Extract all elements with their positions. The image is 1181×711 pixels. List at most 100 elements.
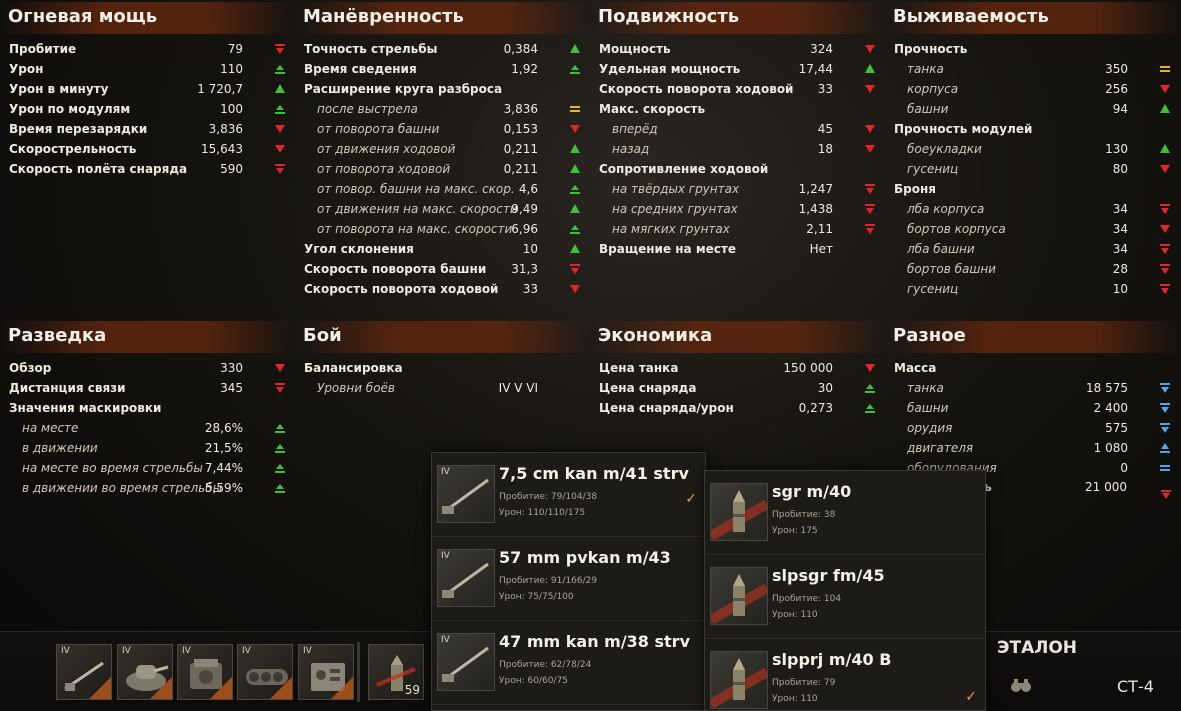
ammo-option[interactable]: slpsgr fm/45 Пробитие: 104 Урон: 110 bbox=[705, 555, 985, 639]
stat-label: Цена снаряда bbox=[599, 381, 697, 395]
tier-label: IV bbox=[441, 551, 450, 561]
down-indicator-icon bbox=[275, 124, 285, 134]
stat-label: Макс. скорость bbox=[599, 102, 706, 116]
stat-row: от поворота башни 0,153 bbox=[295, 119, 590, 139]
stat-value: 1 720,7 bbox=[197, 82, 243, 96]
stat-row: от движения на макс. скорости 9,49 bbox=[295, 199, 590, 219]
ammo-slot[interactable]: 59 bbox=[368, 644, 424, 700]
stat-label: на месте во время стрельбы bbox=[22, 461, 203, 475]
down-indicator-icon bbox=[570, 264, 580, 274]
stat-row: Балансировка bbox=[295, 358, 590, 378]
down-indicator-icon bbox=[275, 383, 285, 393]
stat-label: Скорость поворота ходовой bbox=[304, 282, 499, 296]
stat-row: от повор. башни на макс. скор. 4,6 bbox=[295, 179, 590, 199]
stat-value: 0,273 bbox=[798, 401, 833, 415]
down-indicator-icon bbox=[1160, 244, 1170, 254]
stat-row: на средних грунтах 1,438 bbox=[590, 199, 885, 219]
stat-value: 100 bbox=[220, 102, 243, 116]
option-penetration: Пробитие: 62/78/24 bbox=[499, 660, 592, 670]
up-indicator-icon bbox=[865, 403, 875, 413]
up-indicator-icon bbox=[1160, 104, 1170, 114]
stat-row: Точность стрельбы 0,384 bbox=[295, 39, 590, 59]
stat-label: Урон в минуту bbox=[9, 82, 109, 96]
info-up-indicator-icon bbox=[1160, 443, 1170, 453]
gun-option[interactable]: IV 57 mm pvkan m/43 Пробитие: 91/166/29 Уро… bbox=[432, 537, 705, 621]
stat-row: назад 18 bbox=[590, 139, 885, 159]
module-slot-engine[interactable]: IV bbox=[177, 644, 233, 700]
stat-label: Время сведения bbox=[304, 62, 417, 76]
checkmark-icon: ✓ bbox=[685, 491, 697, 507]
option-damage: Урон: 110 bbox=[772, 694, 818, 704]
gun-thumbnail: IV bbox=[437, 549, 495, 607]
stat-value: 0,211 bbox=[503, 162, 538, 176]
option-penetration: Пробитие: 79 bbox=[772, 678, 836, 688]
stat-value: 79 bbox=[227, 42, 243, 56]
info-down-indicator-icon bbox=[1160, 403, 1170, 413]
stat-value: Нет bbox=[809, 242, 833, 256]
shell-icon bbox=[711, 490, 767, 540]
stat-value: 17,44 bbox=[798, 62, 833, 76]
binoculars-icon[interactable] bbox=[1010, 677, 1032, 697]
ammo-dropdown: sgr m/40 Пробитие: 38 Урон: 175 slpsgr fm/4… bbox=[704, 470, 986, 711]
module-slot-turret[interactable]: IV bbox=[117, 644, 173, 700]
stat-label: башни bbox=[907, 401, 949, 415]
stat-label: на твёрдых грунтах bbox=[612, 182, 740, 196]
stat-label: боеукладки bbox=[907, 142, 982, 156]
ammo-option[interactable]: sgr m/40 Пробитие: 38 Урон: 175 bbox=[705, 471, 985, 555]
stat-value: 0,384 bbox=[503, 42, 538, 56]
panel-title: Манёвренность bbox=[295, 2, 590, 34]
stat-label: Удельная мощность bbox=[599, 62, 741, 76]
stat-label: танка bbox=[907, 381, 944, 395]
stat-label: Скорость поворота башни bbox=[304, 262, 487, 276]
stat-value: IV V VI bbox=[498, 381, 538, 395]
stat-value: 10 bbox=[522, 242, 538, 256]
stat-label: Прочность модулей bbox=[894, 122, 1033, 136]
panel-title: Огневая мощь bbox=[0, 2, 295, 34]
stat-label: лба корпуса bbox=[907, 202, 985, 216]
down-indicator-icon bbox=[865, 144, 875, 154]
stat-row: Уровни боёв IV V VI bbox=[295, 378, 590, 398]
up-indicator-icon bbox=[275, 483, 285, 493]
stat-value: 28,6% bbox=[204, 421, 243, 435]
down-indicator-icon bbox=[1160, 264, 1170, 274]
stat-value: 345 bbox=[220, 381, 243, 395]
option-damage: Урон: 110 bbox=[772, 610, 818, 620]
stats-panel: Огневая мощь Пробитие 79 Урон 110 Урон в мину… bbox=[0, 2, 295, 179]
stat-row: Цена снаряда/урон 0,273 bbox=[590, 398, 885, 418]
module-slot-radio[interactable]: IV bbox=[298, 644, 354, 700]
stat-row: Время сведения 1,92 bbox=[295, 59, 590, 79]
stat-row: Дистанция связи 345 bbox=[0, 378, 295, 398]
down-indicator-icon bbox=[275, 44, 285, 54]
module-slot-tracks[interactable]: IV bbox=[237, 644, 293, 700]
stat-value: 45 bbox=[817, 122, 833, 136]
stat-value: 110 bbox=[220, 62, 243, 76]
panel-title: Бой bbox=[295, 321, 590, 353]
stat-value: 10 bbox=[1112, 282, 1128, 296]
stat-value: 130 bbox=[1105, 142, 1128, 156]
stat-label: на мягких грунтах bbox=[612, 222, 730, 236]
stat-label: гусениц bbox=[907, 162, 959, 176]
stat-row: Скорость поворота башни 31,3 bbox=[295, 259, 590, 279]
up-indicator-icon bbox=[275, 104, 285, 114]
down-indicator-icon bbox=[275, 144, 285, 154]
option-penetration: Пробитие: 104 bbox=[772, 594, 842, 604]
stat-row: башни 94 bbox=[885, 99, 1180, 119]
option-damage: Урон: 175 bbox=[772, 526, 818, 536]
down-indicator-icon bbox=[865, 84, 875, 94]
stat-label: Мощность bbox=[599, 42, 671, 56]
info-down-indicator-icon bbox=[1160, 383, 1170, 393]
vehicle-class-label: СТ-4 bbox=[1117, 677, 1154, 696]
stat-value: 9,49 bbox=[511, 202, 538, 216]
module-slot-gun[interactable]: IV bbox=[56, 644, 112, 700]
up-indicator-icon bbox=[275, 423, 285, 433]
stat-label: Угол склонения bbox=[304, 242, 414, 256]
ammo-option[interactable]: slpprj m/40 B Пробитие: 79 Урон: 110 ✓ bbox=[705, 639, 985, 711]
down-indicator-icon bbox=[1161, 485, 1171, 504]
gun-option[interactable]: IV 7,5 cm kan m/41 strv Пробитие: 79/104/3… bbox=[432, 453, 705, 537]
stat-label: на средних грунтах bbox=[612, 202, 738, 216]
gun-option[interactable]: IV 47 mm kan m/38 strv Пробитие: 62/78/24 У… bbox=[432, 621, 705, 705]
stat-label: башни bbox=[907, 102, 949, 116]
stat-label: вперёд bbox=[612, 122, 658, 136]
down-indicator-icon bbox=[1160, 84, 1170, 94]
stat-label: Броня bbox=[894, 182, 936, 196]
